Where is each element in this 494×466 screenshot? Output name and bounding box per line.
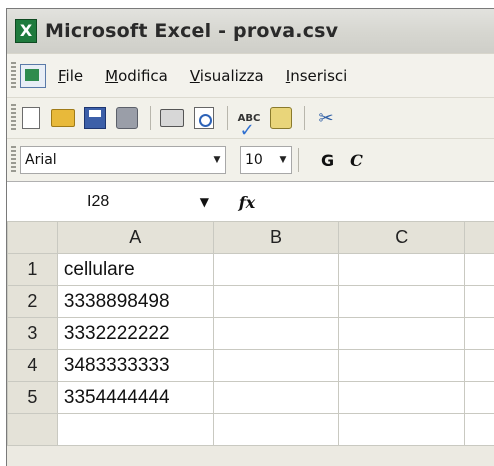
formula-input[interactable]	[277, 187, 494, 217]
toolbar-separator	[150, 106, 151, 130]
menu-bar: File Modifica Visualizza Inserisci	[7, 53, 494, 98]
cell-b5[interactable]	[213, 382, 339, 414]
menu-inserisci-label: nserisci	[290, 67, 347, 85]
menu-modifica-accel: M	[105, 67, 118, 85]
menu-visualizza[interactable]: Visualizza	[190, 67, 264, 85]
spreadsheet-grid: A B C 1 cellulare 2 3338898498 3	[7, 221, 494, 446]
row-header[interactable]: 4	[8, 350, 58, 382]
toolbar-separator	[298, 148, 299, 172]
menu-visualizza-label: isualizza	[200, 67, 264, 85]
font-name-select[interactable]: Arial ▼	[20, 146, 226, 174]
new-icon	[22, 107, 40, 129]
table-row: 2 3338898498	[8, 286, 494, 318]
menu-modifica-label: odifica	[118, 67, 168, 85]
save-icon	[84, 107, 106, 129]
standard-toolbar: ABC ✂	[7, 97, 494, 138]
print-preview-icon	[194, 107, 214, 129]
menu-visualizza-accel: V	[190, 67, 200, 85]
title-bar[interactable]: X Microsoft Excel - prova.csv	[7, 9, 494, 53]
cell-d4[interactable]	[465, 350, 494, 382]
cell-c1[interactable]	[339, 254, 465, 286]
menu-file[interactable]: File	[58, 67, 83, 85]
column-header-d[interactable]	[465, 222, 494, 254]
column-header-b[interactable]: B	[213, 222, 339, 254]
row-header[interactable]: 1	[8, 254, 58, 286]
open-button[interactable]	[48, 103, 78, 133]
cell-a2[interactable]: 3338898498	[57, 286, 213, 318]
new-button[interactable]	[16, 103, 46, 133]
cell-a5[interactable]: 3354444444	[57, 382, 213, 414]
bold-button[interactable]: G	[321, 151, 334, 170]
row-header[interactable]: 3	[8, 318, 58, 350]
row-header[interactable]: 5	[8, 382, 58, 414]
formula-bar: I28 ▼ fx	[7, 181, 494, 222]
menu-inserisci[interactable]: Inserisci	[286, 67, 348, 85]
cell-d5[interactable]	[465, 382, 494, 414]
cell-c2[interactable]	[339, 286, 465, 318]
menu-file-label: ile	[66, 67, 84, 85]
table-row: 3 3332222222	[8, 318, 494, 350]
toolbar-separator	[227, 106, 228, 130]
cell-a1[interactable]: cellulare	[57, 254, 213, 286]
italic-button[interactable]: C	[350, 151, 363, 170]
research-button[interactable]	[266, 103, 296, 133]
cell-b1[interactable]	[213, 254, 339, 286]
excel-logo-icon: X	[15, 19, 37, 43]
cell-a6[interactable]	[57, 414, 213, 446]
save-button[interactable]	[80, 103, 110, 133]
cell-a3[interactable]: 3332222222	[57, 318, 213, 350]
row-header[interactable]	[8, 414, 58, 446]
toolbar-grip-handle[interactable]	[11, 62, 16, 90]
name-box-value: I28	[7, 193, 109, 211]
window-title: Microsoft Excel - prova.csv	[45, 20, 338, 42]
toolbar-separator	[304, 106, 305, 130]
spelling-button[interactable]: ABC	[234, 103, 264, 133]
column-header-a[interactable]: A	[57, 222, 213, 254]
cell-d1[interactable]	[465, 254, 494, 286]
menu-modifica[interactable]: Modifica	[105, 67, 168, 85]
workbook-icon[interactable]	[20, 64, 46, 88]
excel-window: X Microsoft Excel - prova.csv File Modif…	[6, 8, 494, 466]
cell-b3[interactable]	[213, 318, 339, 350]
chevron-down-icon[interactable]: ▼	[209, 148, 225, 172]
cell-c6[interactable]	[339, 414, 465, 446]
cell-d3[interactable]	[465, 318, 494, 350]
permission-button[interactable]	[112, 103, 142, 133]
open-icon	[51, 109, 75, 127]
cut-icon: ✂	[318, 108, 333, 129]
font-size-value: 10	[241, 152, 263, 168]
print-button[interactable]	[157, 103, 187, 133]
research-icon	[270, 107, 292, 129]
chevron-down-icon[interactable]: ▼	[275, 148, 291, 172]
cell-d2[interactable]	[465, 286, 494, 318]
cut-button[interactable]: ✂	[311, 103, 341, 133]
toolbar-grip-handle[interactable]	[11, 146, 16, 174]
print-icon	[160, 109, 184, 127]
table-row: 1 cellulare	[8, 254, 494, 286]
font-name-value: Arial	[21, 152, 57, 168]
font-size-select[interactable]: 10 ▼	[240, 146, 292, 174]
formatting-toolbar: Arial ▼ 10 ▼ G C	[7, 138, 494, 181]
cell-c3[interactable]	[339, 318, 465, 350]
cell-b4[interactable]	[213, 350, 339, 382]
permission-icon	[116, 107, 138, 129]
row-header[interactable]: 2	[8, 286, 58, 318]
cell-d6[interactable]	[465, 414, 494, 446]
insert-function-icon[interactable]: fx	[217, 193, 277, 212]
cell-b2[interactable]	[213, 286, 339, 318]
cell-b6[interactable]	[213, 414, 339, 446]
table-row: 5 3354444444	[8, 382, 494, 414]
cell-c4[interactable]	[339, 350, 465, 382]
column-header-c[interactable]: C	[339, 222, 465, 254]
print-preview-button[interactable]	[189, 103, 219, 133]
spelling-icon: ABC	[238, 113, 261, 124]
select-all-corner[interactable]	[8, 222, 58, 254]
table-row: 4 3483333333	[8, 350, 494, 382]
table-row	[8, 414, 494, 446]
name-box[interactable]: I28 ▼	[7, 187, 217, 217]
cell-c5[interactable]	[339, 382, 465, 414]
chevron-down-icon[interactable]: ▼	[200, 195, 209, 209]
menu-file-accel: F	[58, 67, 66, 85]
cell-a4[interactable]: 3483333333	[57, 350, 213, 382]
